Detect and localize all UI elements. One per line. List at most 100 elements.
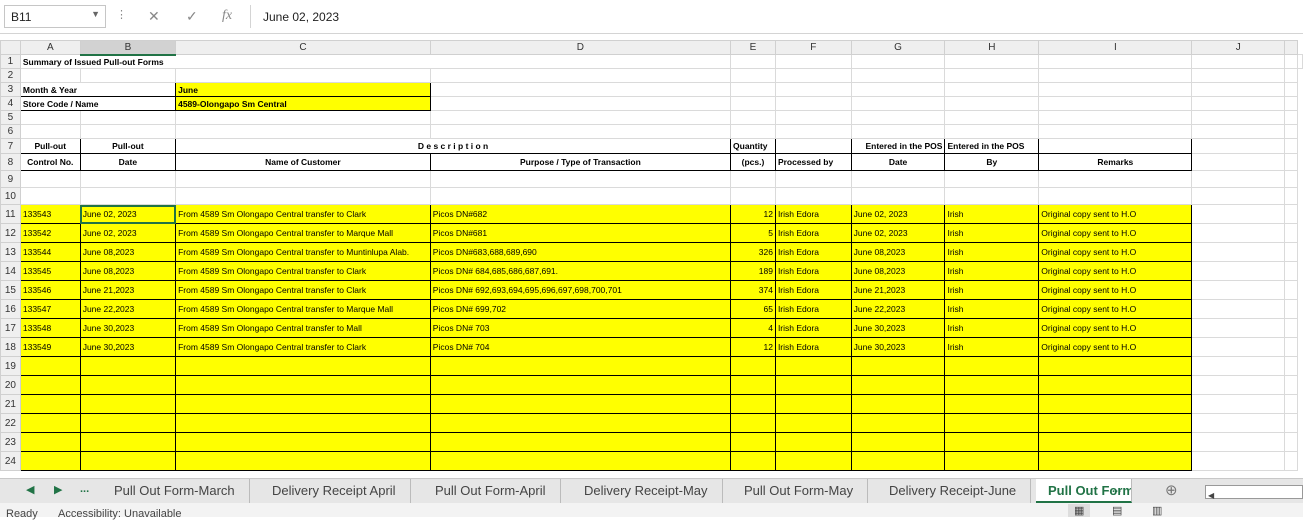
cell[interactable] [1284,413,1298,433]
normal-view-icon[interactable]: ▦ [1068,504,1091,517]
cell[interactable] [79,432,177,452]
processed-by-cell[interactable]: Irish Edora [774,204,852,224]
cell[interactable] [429,413,732,433]
add-sheet-icon[interactable]: ⊕ [1165,481,1178,499]
cell[interactable] [944,124,1040,139]
header-customer[interactable]: Name of Customer [175,153,431,171]
column-header-D[interactable]: D [429,40,732,55]
customer-cell[interactable]: From 4589 Sm Olongapo Central transfer t… [175,299,431,319]
pullout-date-cell[interactable]: June 21,2023 [79,280,177,300]
cell[interactable] [1191,54,1286,69]
customer-cell[interactable]: From 4589 Sm Olongapo Central transfer t… [175,337,431,357]
cell[interactable] [1191,413,1286,433]
cell[interactable] [1284,68,1298,83]
cell[interactable] [774,375,852,395]
cell[interactable] [774,394,852,414]
cell[interactable] [429,82,732,97]
pullout-date-cell[interactable]: June 30,2023 [79,318,177,338]
cell[interactable] [1284,170,1298,188]
header-pos-by[interactable]: Entered in the POS [944,138,1040,154]
cell[interactable] [944,68,1040,83]
pullout-date-cell[interactable]: June 08,2023 [79,242,177,262]
cell[interactable] [79,170,177,188]
purpose-cell[interactable]: Picos DN# 692,693,694,695,696,697,698,70… [429,280,732,300]
cell[interactable] [1038,187,1193,205]
cell[interactable] [1284,318,1298,338]
pos-date-cell[interactable]: June 02, 2023 [850,204,946,224]
row-header[interactable]: 5 [0,110,21,125]
cell[interactable] [1038,96,1193,111]
scroll-right-icon[interactable]: ▶ [54,483,62,496]
quantity-cell[interactable]: 12 [730,204,776,224]
cell[interactable] [1191,242,1286,262]
cell[interactable] [1038,451,1193,471]
cell[interactable] [1284,124,1298,139]
cell[interactable] [1284,110,1298,125]
cell[interactable] [730,124,776,139]
pos-date-cell[interactable]: June 30,2023 [850,337,946,357]
sheet-tab[interactable]: Delivery Receipt-June [875,479,1032,503]
cell[interactable] [79,375,177,395]
pullout-date-cell[interactable]: June 02, 2023 [79,223,177,243]
header-pcs[interactable]: (pcs.) [730,153,776,171]
cell[interactable] [19,413,81,433]
row-header[interactable]: 16 [0,299,21,319]
cell[interactable] [429,432,732,452]
sheet-tab[interactable]: Delivery Receipt-May [570,479,723,503]
cell[interactable] [730,54,776,69]
cell[interactable] [774,110,852,125]
cell[interactable] [1284,337,1298,357]
quantity-cell[interactable]: 326 [730,242,776,262]
pos-by-cell[interactable]: Irish [944,280,1040,300]
cell[interactable] [429,394,732,414]
cell[interactable] [175,375,431,395]
cell[interactable] [774,432,852,452]
quantity-cell[interactable]: 12 [730,337,776,357]
remarks-cell[interactable]: Original copy sent to H.O [1038,337,1193,357]
cell[interactable] [429,451,732,471]
cell[interactable] [944,432,1040,452]
control-no-cell[interactable]: 133545 [19,261,81,281]
enter-icon[interactable]: ✓ [186,8,198,25]
processed-by-cell[interactable]: Irish Edora [774,337,852,357]
row-header[interactable]: 19 [0,356,21,376]
cell[interactable] [1284,280,1298,300]
cell[interactable] [850,110,946,125]
cell[interactable] [1038,432,1193,452]
cell[interactable] [730,68,776,83]
chevron-down-icon[interactable]: ▼ [91,9,100,19]
cell[interactable] [1191,124,1286,139]
pullout-date-cell[interactable]: June 08,2023 [79,261,177,281]
cell[interactable] [1038,82,1193,97]
row-header[interactable]: 14 [0,261,21,281]
cell[interactable] [79,68,177,83]
header-description[interactable]: D e s c r i p t i o n [175,138,732,154]
pullout-date-cell[interactable]: June 30,2023 [79,337,177,357]
cell[interactable] [429,96,732,111]
header-quantity[interactable]: Quantity [730,138,776,154]
cell[interactable] [774,413,852,433]
cell[interactable] [79,356,177,376]
pos-date-cell[interactable]: June 21,2023 [850,280,946,300]
cell[interactable] [1284,96,1298,111]
sheet-tab[interactable]: Pull Out Form-May [730,479,869,503]
cell[interactable] [175,413,431,433]
sheet-tab[interactable]: Pull Out Form-March [100,479,250,503]
quantity-cell[interactable]: 374 [730,280,776,300]
cell[interactable] [1191,187,1286,205]
row-header[interactable]: 6 [0,124,21,139]
cell[interactable] [429,375,732,395]
cell[interactable] [1038,375,1193,395]
row-header[interactable]: 12 [0,223,21,243]
cell[interactable] [79,413,177,433]
purpose-cell[interactable]: Picos DN#683,688,689,690 [429,242,732,262]
processed-by-cell[interactable]: Irish Edora [774,299,852,319]
cell[interactable] [850,54,946,69]
cell[interactable] [730,375,776,395]
row-header[interactable]: 23 [0,432,21,452]
row-header[interactable]: 11 [0,204,21,224]
purpose-cell[interactable]: Picos DN# 703 [429,318,732,338]
cell[interactable] [1038,356,1193,376]
cell[interactable] [175,124,431,139]
purpose-cell[interactable]: Picos DN#681 [429,223,732,243]
